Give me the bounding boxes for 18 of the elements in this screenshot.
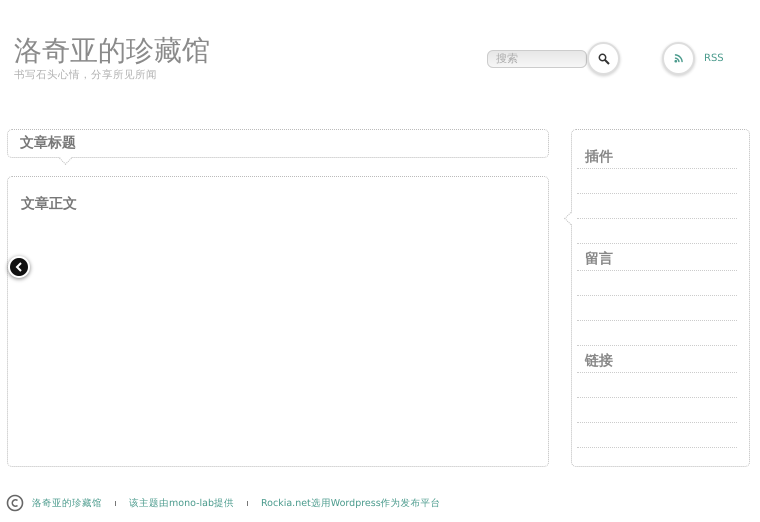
footer-link[interactable]: 该主题由mono-lab提供: [129, 496, 234, 510]
sidebar-heading: 留言: [577, 244, 737, 271]
search-field[interactable]: 搜索: [487, 50, 587, 68]
chevron-left-icon: [15, 262, 23, 272]
site-tagline: 书写石头心情，分享所见所闻: [14, 68, 158, 82]
sidebar-heading: 插件: [577, 142, 737, 169]
rss-button[interactable]: [662, 42, 695, 75]
sidebar-heading: 链接: [577, 346, 737, 373]
search-icon: [598, 52, 610, 64]
footer-link[interactable]: Rockia.net选用Wordpress作为发布平台: [261, 496, 441, 510]
copyright-icon: [6, 494, 24, 512]
search-button[interactable]: [587, 42, 620, 75]
site-title: 洛奇亚的珍藏馆: [14, 34, 211, 68]
post-body: 文章正文: [21, 194, 78, 213]
rss-link[interactable]: RSS: [704, 53, 724, 64]
post-title: 文章标题: [20, 134, 77, 152]
rss-icon: [674, 54, 683, 63]
footer-link[interactable]: 洛奇亚的珍藏馆: [32, 496, 102, 510]
